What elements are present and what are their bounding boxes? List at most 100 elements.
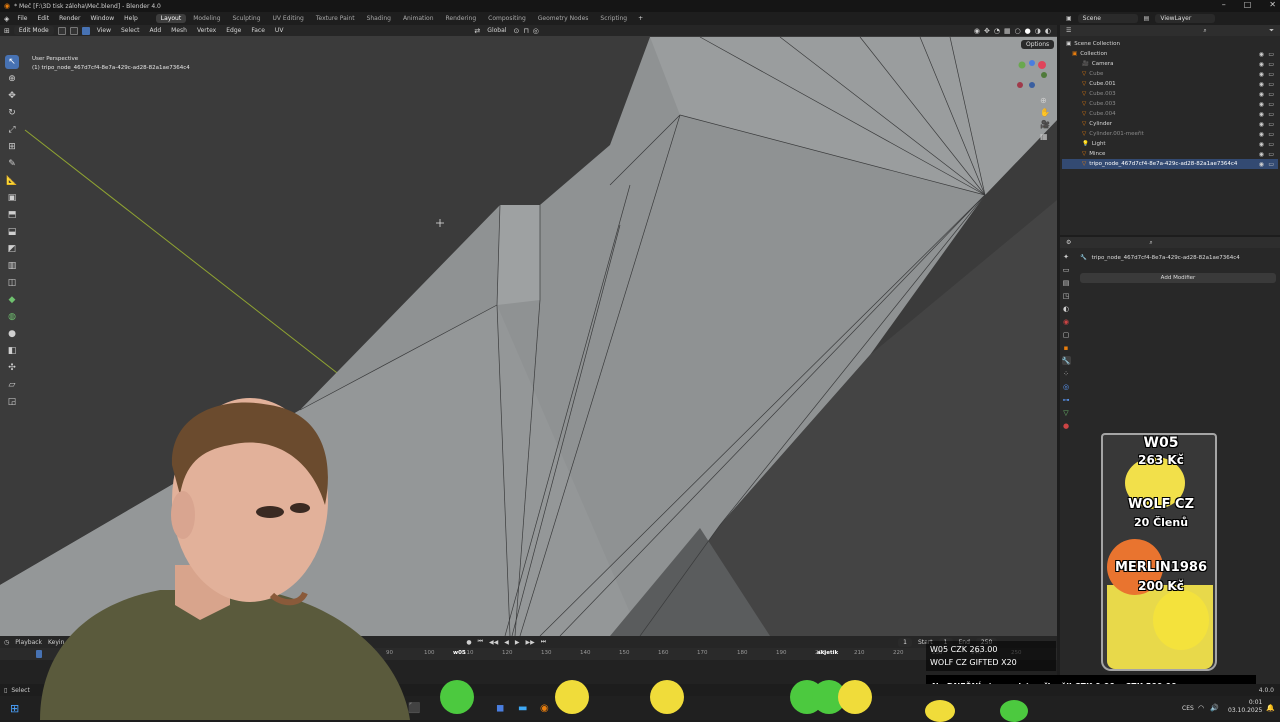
play-reverse-icon[interactable]: ◀ [504,639,509,646]
outliner-scene-collection[interactable]: ▣ Scene Collection [1062,39,1278,49]
outliner-item[interactable]: ▽ tripo_node_467d7cf4-8e7a-429c-ad28-82a1… [1062,159,1278,169]
world-tab-icon[interactable]: ◉ [1062,317,1071,326]
render-toggle-icon[interactable]: ▭ [1268,111,1274,118]
outliner-item[interactable]: 🎥 Camera ◉ ▭ [1062,59,1278,69]
tab-geometry-nodes[interactable]: Geometry Nodes [533,14,594,23]
render-toggle-icon[interactable]: ▭ [1268,81,1274,88]
wireframe-shading-icon[interactable]: ○ [1015,27,1021,35]
render-toggle-icon[interactable]: ▭ [1268,71,1274,78]
navigation-gizmo[interactable] [1012,57,1052,93]
render-toggle-icon[interactable]: ▭ [1268,121,1274,128]
outliner-item[interactable]: ▽ Cube.003 ◉ ▭ [1062,99,1278,109]
outliner-item[interactable]: ▽ Cube ◉ ▭ [1062,69,1278,79]
menu-select[interactable]: Select [118,27,143,34]
menu-face[interactable]: Face [248,27,268,34]
modifier-tab-icon[interactable]: 🔧 [1061,356,1071,365]
cursor-tool-icon[interactable]: ⊕ [5,72,19,86]
render-toggle-icon[interactable]: ▭ [1268,161,1274,168]
scene-field[interactable]: Scene [1077,14,1138,23]
rotate-tool-icon[interactable]: ↻ [5,106,19,120]
outliner-item[interactable]: 💡 Light ◉ ▭ [1062,139,1278,149]
tab-scripting[interactable]: Scripting [595,14,632,23]
zoom-icon[interactable]: ⊕ [1040,96,1050,105]
output-tab-icon[interactable]: ▤ [1062,278,1071,287]
render-toggle-icon[interactable]: ▭ [1268,151,1274,158]
options-button[interactable]: Options [1021,40,1055,49]
constraints-tab-icon[interactable]: ⊶ [1062,395,1071,404]
jump-start-icon[interactable]: ⏮ [478,638,483,646]
visibility-eye-icon[interactable]: ◉ [1259,81,1264,88]
taskbar-clock[interactable]: 0:01 03.10.2025 [1228,699,1262,715]
render-toggle-icon[interactable]: ▭ [1268,141,1274,148]
menu-mesh[interactable]: Mesh [168,27,190,34]
properties-editor-icon[interactable]: ⚙ [1066,239,1071,246]
knife-tool-icon[interactable]: ◫ [5,276,19,290]
outliner-search-icon[interactable]: ⌕ [1203,27,1206,35]
play-icon[interactable]: ▶ [515,639,520,646]
outliner-item[interactable]: ▣ Collection ◉ ▭ [1062,49,1278,59]
render-toggle-icon[interactable]: ▭ [1268,101,1274,108]
maximize-button[interactable]: □ [1244,0,1252,9]
notification-icon[interactable]: 🔔 [1266,704,1275,712]
poly-build-tool-icon[interactable]: ◆ [5,293,19,307]
menu-window[interactable]: Window [86,14,118,23]
properties-search-icon[interactable]: ⌕ [1149,239,1152,247]
visibility-eye-icon[interactable]: ◉ [1259,111,1264,118]
smooth-tool-icon[interactable]: ● [5,327,19,341]
tab-animation[interactable]: Animation [398,14,439,23]
edge-slide-tool-icon[interactable]: ◧ [5,344,19,358]
menu-view[interactable]: View [94,27,114,34]
menu-edge[interactable]: Edge [223,27,244,34]
taskbar-blender-icon[interactable]: ◉ [540,703,549,714]
bevel-tool-icon[interactable]: ◩ [5,242,19,256]
visibility-icon[interactable]: ◉ [974,27,980,35]
visibility-eye-icon[interactable]: ◉ [1259,51,1264,58]
render-toggle-icon[interactable]: ▭ [1268,91,1274,98]
snap-icon[interactable]: ⊓ [523,27,528,35]
menu-add[interactable]: Add [147,27,165,34]
shear-tool-icon[interactable]: ▱ [5,378,19,392]
menu-uv[interactable]: UV [272,27,287,34]
tab-rendering[interactable]: Rendering [441,14,482,23]
render-tab-icon[interactable]: ▭ [1062,265,1071,274]
minimize-button[interactable]: – [1222,0,1226,9]
tab-compositing[interactable]: Compositing [483,14,531,23]
next-key-icon[interactable]: ▶▶ [526,639,535,646]
tab-layout[interactable]: Layout [155,14,187,23]
outliner-item[interactable]: ▽ Cube.003 ◉ ▭ [1062,89,1278,99]
render-shading-icon[interactable]: ◐ [1045,27,1051,35]
visibility-eye-icon[interactable]: ◉ [1259,161,1264,168]
edge-select-icon[interactable] [69,26,78,35]
menu-edit[interactable]: Edit [33,14,53,23]
render-toggle-icon[interactable]: ▭ [1268,51,1274,58]
visibility-eye-icon[interactable]: ◉ [1259,131,1264,138]
outliner-item[interactable]: ▽ Cylinder.001-meeřit ◉ ▭ [1062,129,1278,139]
prev-key-icon[interactable]: ◀◀ [489,639,498,646]
outliner-item[interactable]: ▽ Mince ◉ ▭ [1062,149,1278,159]
overlay-toggle-icon[interactable]: ◔ [994,27,1000,35]
keyboard-lang[interactable]: CES [1182,705,1194,712]
visibility-eye-icon[interactable]: ◉ [1259,101,1264,108]
outliner-item[interactable]: ▽ Cube.001 ◉ ▭ [1062,79,1278,89]
volume-icon[interactable]: 🔊 [1210,704,1219,712]
scene-tab-icon[interactable]: ◐ [1062,304,1071,313]
menu-file[interactable]: File [13,14,31,23]
tool-tab-icon[interactable]: ✦ [1062,252,1071,261]
record-icon[interactable]: ● [466,639,471,646]
visibility-eye-icon[interactable]: ◉ [1259,151,1264,158]
particles-tab-icon[interactable]: ⁘ [1062,369,1071,378]
filter-icon[interactable]: ⏷ [1269,27,1274,35]
ortho-toggle-icon[interactable]: ▦ [1040,132,1050,141]
extrude-tool-icon[interactable]: ⬒ [5,208,19,222]
menu-render[interactable]: Render [55,14,84,23]
tab-modeling[interactable]: Modeling [188,14,225,23]
visibility-eye-icon[interactable]: ◉ [1259,141,1264,148]
measure-tool-icon[interactable]: 📐 [5,174,19,188]
visibility-eye-icon[interactable]: ◉ [1259,61,1264,68]
add-cube-tool-icon[interactable]: ▣ [5,191,19,205]
visibility-eye-icon[interactable]: ◉ [1259,121,1264,128]
physics-tab-icon[interactable]: ◎ [1062,382,1071,391]
select-box-tool-icon[interactable]: ↖ [5,55,19,69]
spin-tool-icon[interactable]: ◍ [5,310,19,324]
render-toggle-icon[interactable]: ▭ [1268,61,1274,68]
